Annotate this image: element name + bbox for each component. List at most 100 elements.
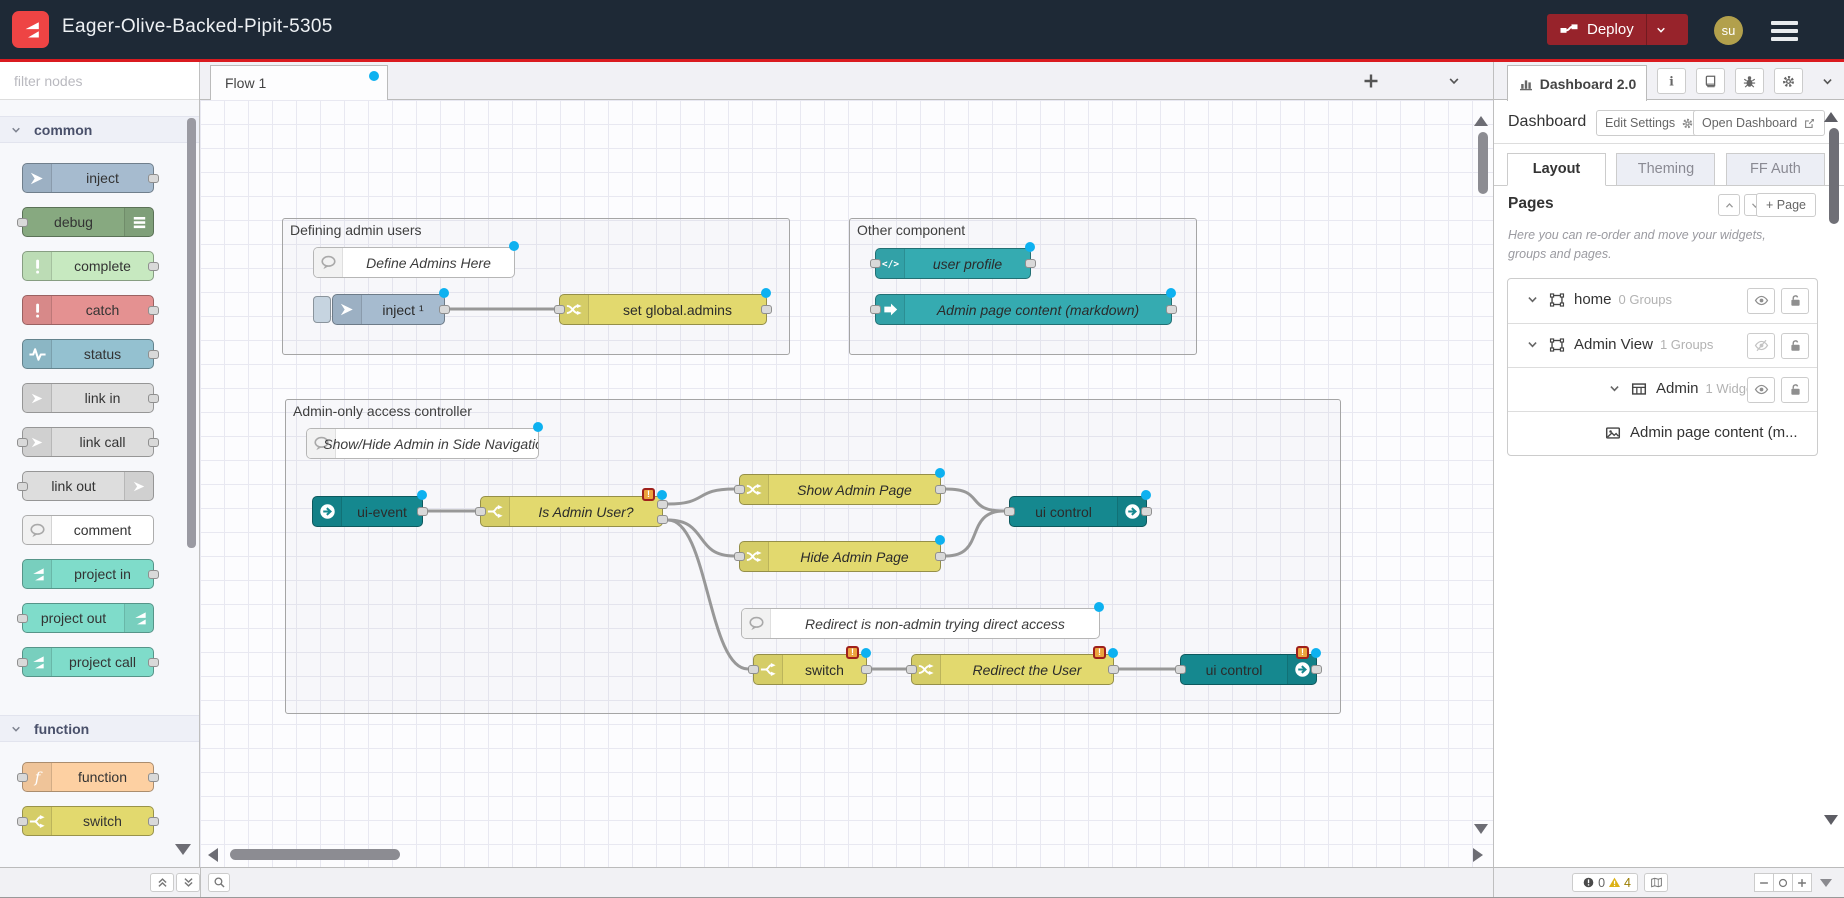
input-port[interactable] [734,485,745,494]
flow-node-user-profile[interactable]: </>user profile [875,248,1031,279]
palette-node-catch[interactable]: catch [22,295,154,325]
palette-node-status[interactable]: status [22,339,154,369]
palette-node-inject[interactable]: inject [22,163,154,193]
flow-node-ui-event[interactable]: ui-event [312,496,423,527]
info-tab-button[interactable]: i [1657,68,1686,94]
output-port[interactable] [148,773,159,782]
output-port[interactable] [1141,507,1152,516]
debug-tab-button[interactable] [1735,68,1764,94]
palette-node-link-in[interactable]: link in [22,383,154,413]
input-port[interactable] [17,482,28,491]
lock-toggle[interactable] [1781,377,1809,403]
input-port[interactable] [17,218,28,227]
tab-dashboard-2[interactable]: Dashboard 2.0 [1507,65,1647,101]
tab-layout[interactable]: Layout [1507,153,1606,186]
palette-collapse-button[interactable] [150,873,174,892]
config-tab-button[interactable] [1774,68,1803,94]
input-port[interactable] [734,552,745,561]
output-port[interactable] [1166,305,1177,314]
sidebar-scroll-up-arrow[interactable] [1824,112,1838,122]
flow-node-ui-control[interactable]: ui control! [1180,654,1317,685]
palette-category-function[interactable]: function [0,715,199,742]
flow-canvas[interactable]: Defining admin usersOther componentAdmin… [200,100,1493,867]
tree-row-home[interactable]: home0 Groups [1508,279,1817,323]
input-port[interactable] [17,773,28,782]
add-flow-button[interactable] [1361,71,1381,91]
lock-toggle[interactable] [1781,333,1809,359]
input-port[interactable] [475,507,486,516]
input-port[interactable] [17,817,28,826]
output-port-1[interactable] [657,500,668,509]
user-avatar[interactable]: su [1714,16,1743,45]
output-port[interactable] [1108,665,1119,674]
flow-node-Redirect-the-User[interactable]: Redirect the User! [911,654,1114,685]
palette-node-comment[interactable]: comment [22,515,154,545]
palette-node-project-in[interactable]: project in [22,559,154,589]
visibility-toggle[interactable] [1747,377,1775,403]
palette-node-function[interactable]: ffunction [22,762,154,792]
palette-node-link-out[interactable]: link out [22,471,154,501]
input-port[interactable] [906,665,917,674]
zoom-reset-button[interactable] [1773,873,1793,892]
add-page-button[interactable]: + Page [1756,193,1816,217]
input-port[interactable] [17,614,28,623]
flow-node-set-global-admins[interactable]: set global.admins [559,294,767,325]
output-port[interactable] [148,438,159,447]
output-port[interactable] [1311,665,1322,674]
palette-scroll-down-arrow[interactable] [175,844,191,855]
inject-button[interactable] [313,296,331,323]
flow-node-ui-control[interactable]: ui control [1009,496,1147,527]
tree-row-Admin[interactable]: Admin1 Widgets [1508,367,1817,411]
flow-node-Show-Admin-Page[interactable]: Show Admin Page [739,474,941,505]
sidebar-tab-list-button[interactable] [1821,75,1834,88]
tab-ff-auth[interactable]: FF Auth [1726,153,1825,186]
sidebar-scrollbar-thumb[interactable] [1829,128,1839,224]
flow-list-button[interactable] [1447,74,1461,88]
flow-node-switch[interactable]: switch! [753,654,867,685]
palette-expand-button[interactable] [176,873,200,892]
app-logo[interactable] [12,11,49,48]
output-port[interactable] [148,262,159,271]
navigator-button[interactable] [1644,873,1668,892]
flow-node-Admin-page-content-markdown-[interactable]: Admin page content (markdown) [875,294,1172,325]
output-port[interactable] [935,552,946,561]
palette-node-complete[interactable]: complete [22,251,154,281]
input-port[interactable] [554,305,565,314]
output-port[interactable] [148,570,159,579]
chevron-down-icon[interactable] [1526,338,1539,351]
palette-node-switch[interactable]: switch [22,806,154,836]
flow-node-inject-[interactable]: inject ¹ [332,294,445,325]
visibility-toggle[interactable] [1747,288,1775,314]
output-port[interactable] [761,305,772,314]
comment-node[interactable]: Show/Hide Admin in Side Navigation [306,428,539,459]
input-port[interactable] [1004,507,1015,516]
palette-node-project-call[interactable]: project call [22,647,154,677]
output-port-2[interactable] [657,515,668,524]
edit-settings-button[interactable]: Edit Settings [1596,110,1703,136]
output-port[interactable] [148,350,159,359]
output-port[interactable] [148,658,159,667]
chevron-down-icon[interactable] [1526,293,1539,306]
output-port[interactable] [861,665,872,674]
input-port[interactable] [748,665,759,674]
palette-node-project-out[interactable]: project out [22,603,154,633]
lock-toggle[interactable] [1781,288,1809,314]
deploy-options-button[interactable] [1647,24,1675,36]
tab-flow1[interactable]: Flow 1 [210,65,388,100]
output-port[interactable] [1025,259,1036,268]
output-port[interactable] [148,306,159,315]
palette-scrollbar-thumb[interactable] [187,118,196,548]
output-port[interactable] [148,817,159,826]
palette-category-common[interactable]: common [0,116,199,143]
output-port[interactable] [935,485,946,494]
output-port[interactable] [417,507,428,516]
comment-node[interactable]: Redirect is non-admin trying direct acce… [741,608,1100,639]
output-port[interactable] [148,174,159,183]
output-port[interactable] [148,394,159,403]
sidebar-scroll-down-arrow[interactable] [1824,815,1838,825]
help-tab-button[interactable] [1696,68,1725,94]
flow-node-Is-Admin-User-[interactable]: Is Admin User?! [480,496,663,527]
chevron-down-icon[interactable] [1608,382,1621,395]
palette-node-debug[interactable]: debug [22,207,154,237]
output-port[interactable] [439,305,450,314]
